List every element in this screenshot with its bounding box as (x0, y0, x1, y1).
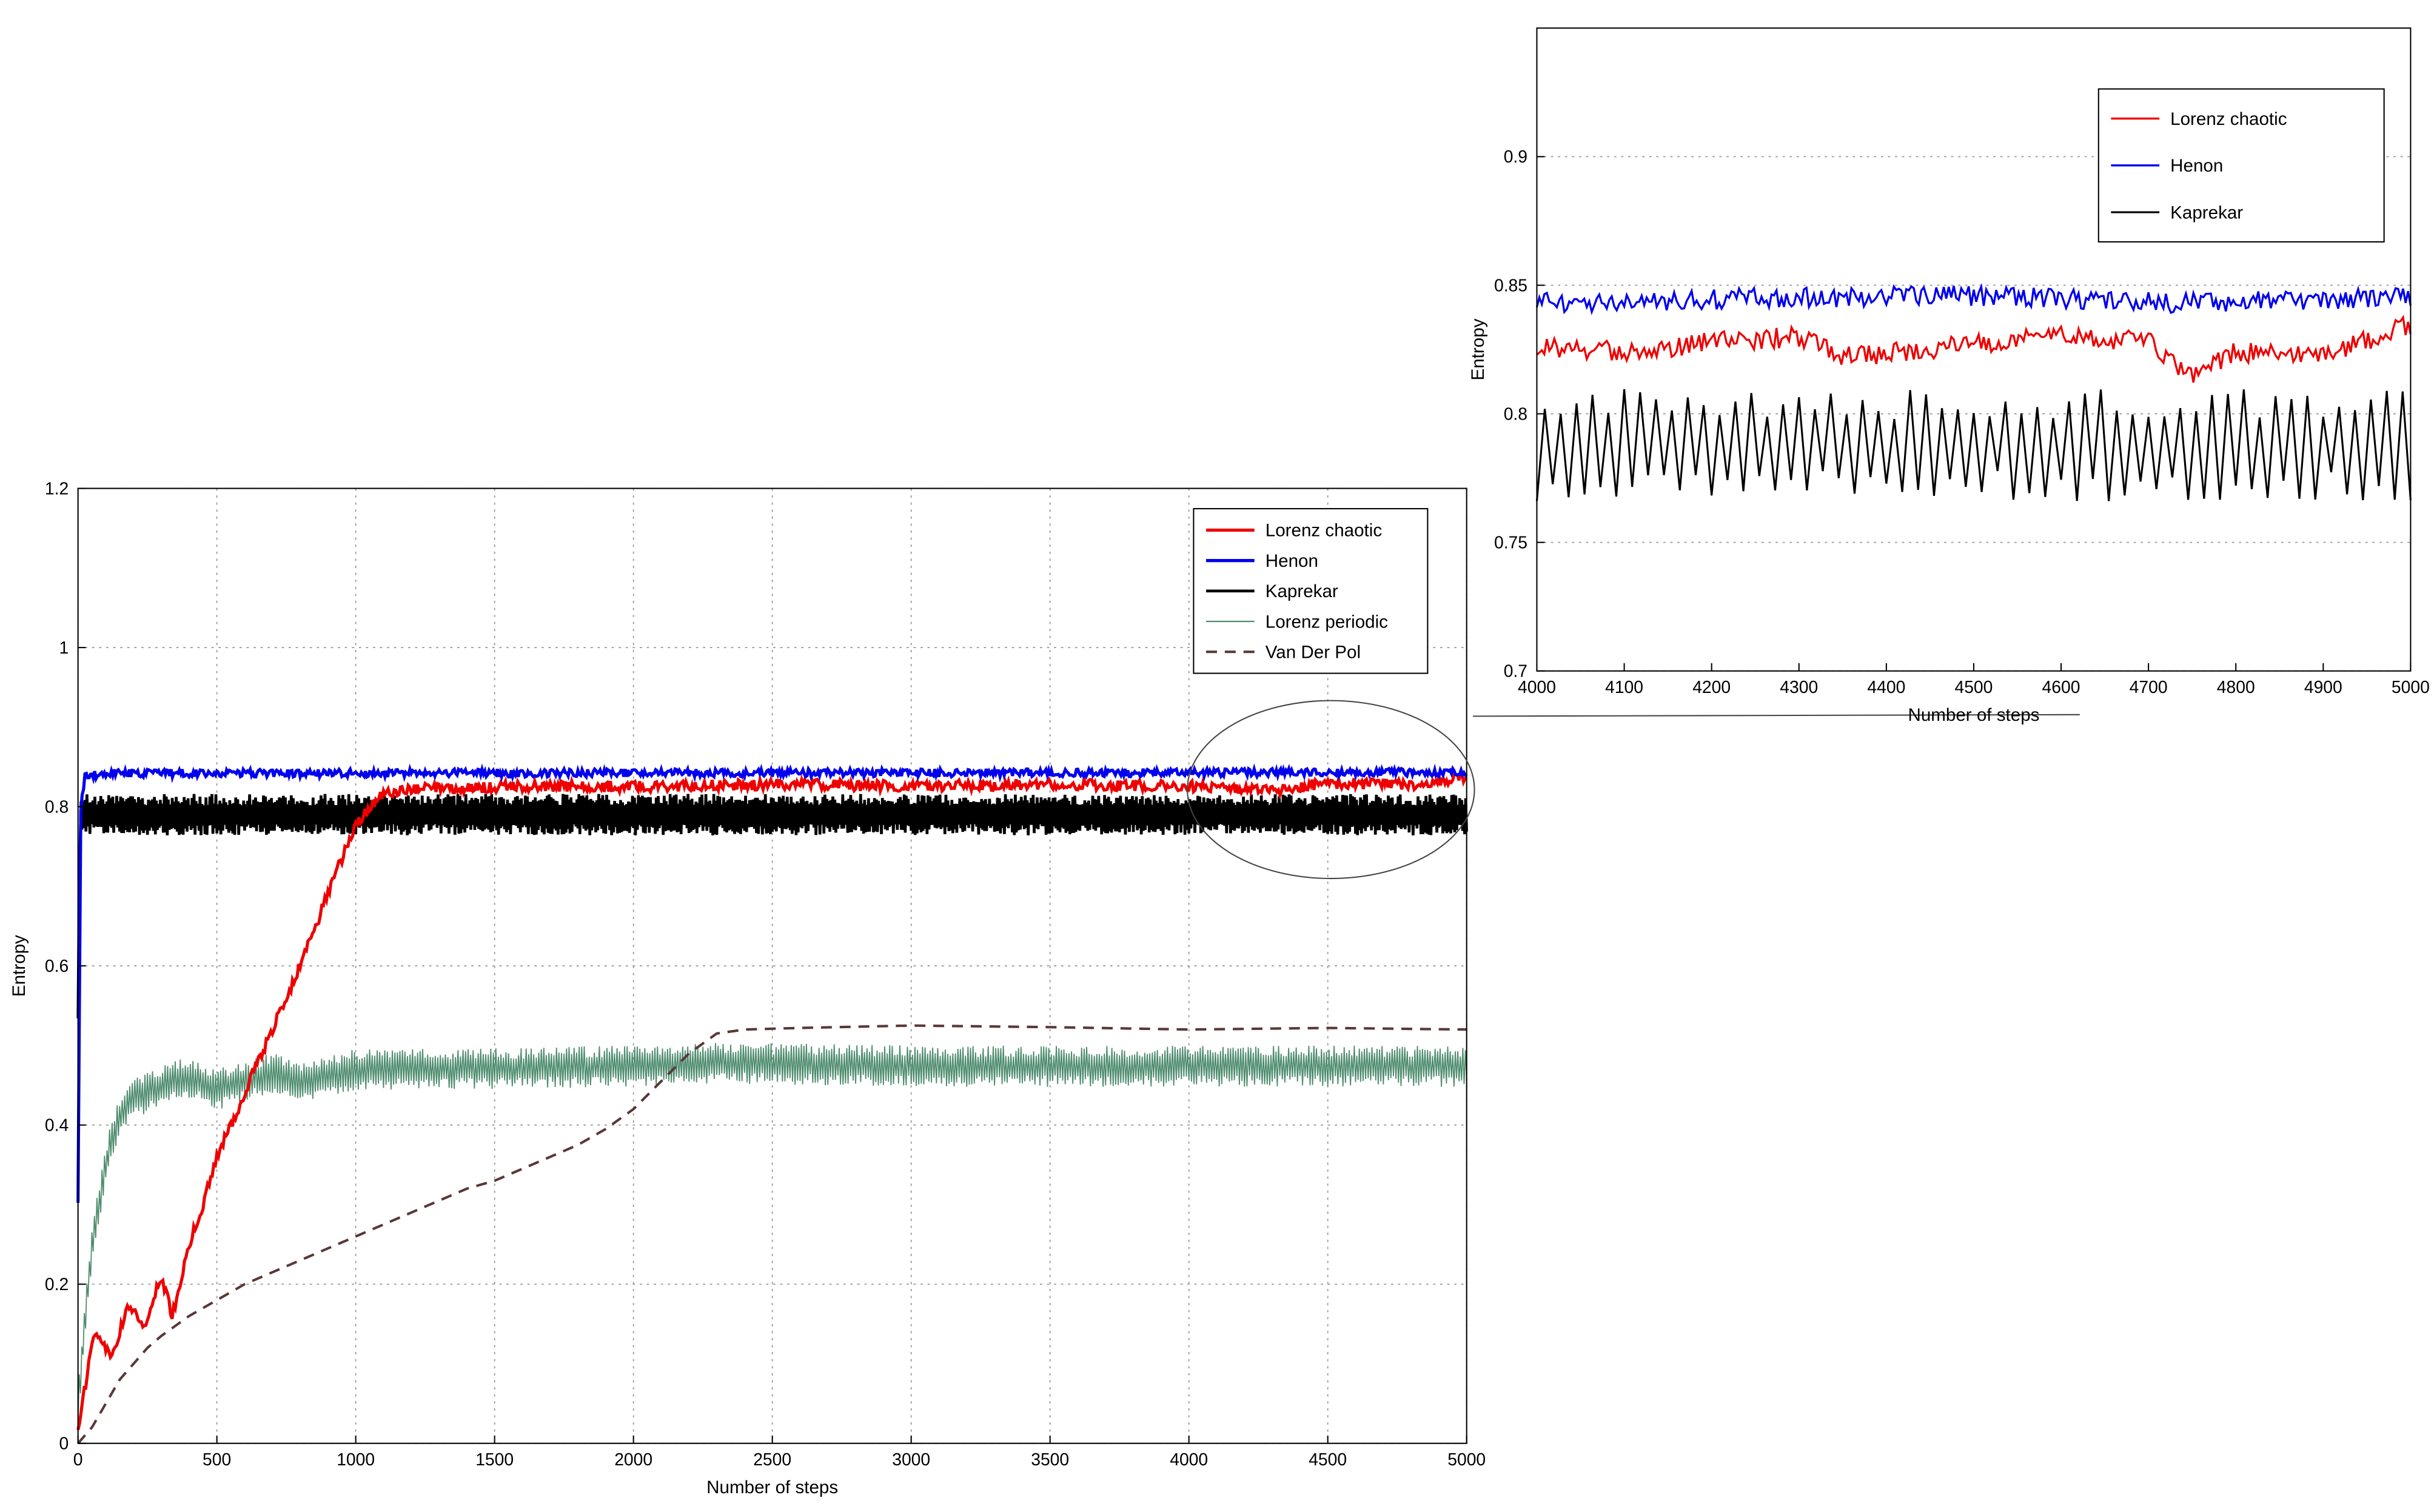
legend-label-lorenz-periodic: Lorenz periodic (1266, 612, 1388, 632)
inset-chart: 4000410042004300440045004600470048004900… (1468, 28, 2430, 725)
y-tick-label: 0.4 (45, 1115, 69, 1134)
x-tick-label: 4500 (1309, 1450, 1347, 1469)
x-tick-label: 4400 (1867, 677, 1905, 697)
y-tick-label: 0.8 (1504, 404, 1527, 423)
legend-label-lorenz-chaotic: Lorenz chaotic (2170, 109, 2287, 129)
y-tick-label: 1 (59, 638, 69, 657)
y-tick-label: 0.6 (45, 956, 69, 975)
x-tick-label: 4300 (1780, 677, 1818, 697)
series-henon (1537, 286, 2410, 313)
legend-label-kaprekar: Kaprekar (2170, 202, 2243, 222)
x-axis-label: Number of steps (706, 1477, 838, 1497)
x-axis-label: Number of steps (1908, 705, 2039, 725)
x-tick-label: 2000 (614, 1450, 652, 1469)
y-axis-label: Entropy (9, 935, 29, 997)
inset-chart-series (1537, 286, 2410, 501)
y-tick-label: 0.75 (1494, 532, 1527, 552)
x-tick-label: 0 (73, 1450, 83, 1469)
legend-label-van-der-pol: Van Der Pol (1266, 642, 1361, 662)
series-lorenz-chaotic (1537, 318, 2410, 383)
legend-label-henon: Henon (2170, 156, 2223, 176)
y-axis-label: Entropy (1468, 318, 1488, 380)
x-tick-label: 4800 (2217, 677, 2255, 697)
x-tick-label: 3500 (1031, 1450, 1069, 1469)
x-tick-label: 5000 (2392, 677, 2430, 697)
legend-label-kaprekar: Kaprekar (1266, 581, 1338, 601)
x-tick-label: 5000 (1447, 1450, 1486, 1469)
x-tick-label: 3000 (892, 1450, 930, 1469)
x-tick-label: 4600 (2042, 677, 2080, 697)
x-tick-label: 2500 (753, 1450, 791, 1469)
legend-label-henon: Henon (1266, 551, 1318, 571)
legend-label-lorenz-chaotic: Lorenz chaotic (1266, 521, 1383, 541)
main-chart-legend: Lorenz chaotic Henon Kaprekar Lorenz period… (1193, 509, 1427, 674)
y-tick-label: 0.9 (1504, 147, 1527, 166)
x-tick-label: 4100 (1605, 677, 1643, 697)
y-tick-label: 0.2 (45, 1274, 69, 1294)
series-kaprekar (1537, 389, 2410, 501)
x-tick-label: 4500 (1954, 677, 1993, 697)
y-tick-label: 0 (59, 1434, 69, 1453)
x-tick-label: 4700 (2130, 677, 2168, 697)
x-tick-label: 4200 (1692, 677, 1731, 697)
y-tick-label: 0.7 (1504, 661, 1527, 681)
x-tick-label: 1500 (475, 1450, 514, 1469)
figure: 0 500 1000 1500 2000 2500 3000 3500 4000 4500 5000… (0, 0, 2434, 1512)
y-tick-label: 0.8 (45, 797, 69, 816)
main-chart: 0 500 1000 1500 2000 2500 3000 3500 4000 4500 5000… (9, 478, 2080, 1497)
x-tick-label: 500 (203, 1450, 231, 1469)
x-tick-label: 1000 (337, 1450, 375, 1469)
figure-canvas: 0 500 1000 1500 2000 2500 3000 3500 4000 4500 5000… (0, 0, 2434, 1512)
y-tick-label: 1.2 (45, 478, 69, 498)
inset-chart-legend: Lorenz chaotic Henon Kaprekar (2099, 89, 2384, 242)
x-tick-label: 4900 (2304, 677, 2342, 697)
x-tick-label: 4000 (1170, 1450, 1208, 1469)
y-tick-label: 0.85 (1494, 275, 1527, 295)
series-kaprekar (78, 794, 1467, 1019)
